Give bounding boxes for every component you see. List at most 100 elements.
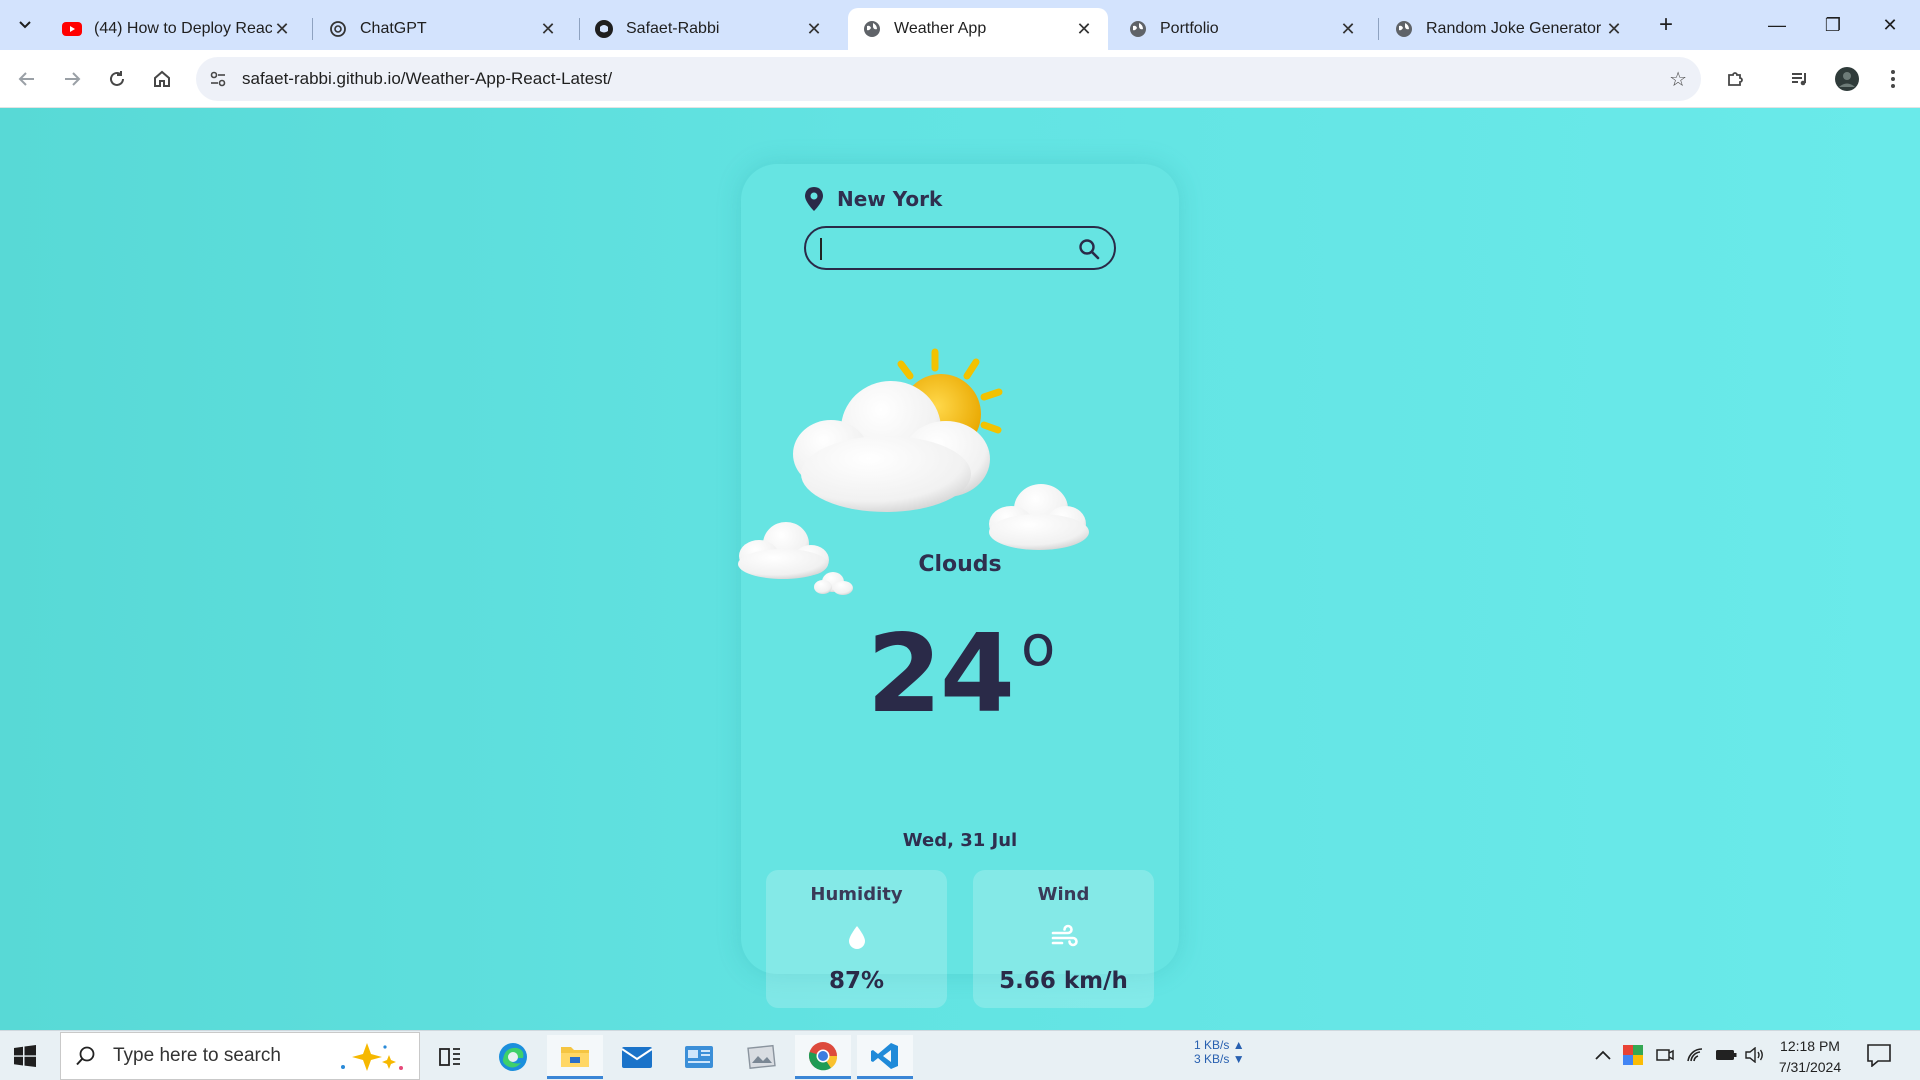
taskbar-news-app[interactable]: [671, 1035, 727, 1079]
humidity-label: Humidity: [810, 884, 903, 905]
system-clock[interactable]: 12:18 PM 7/31/2024: [1770, 1036, 1850, 1078]
globe-icon: [862, 19, 882, 39]
cloudy-sun-icon: [738, 348, 1089, 595]
close-tab-icon[interactable]: ✕: [1604, 19, 1624, 40]
weather-page: New York Clouds 24 o Wed, 31 Jul Humidit…: [0, 108, 1920, 1030]
home-icon: [154, 70, 170, 87]
temperature: 24 o: [741, 612, 1179, 737]
home-button[interactable]: [145, 62, 179, 96]
taskbar-file-explorer[interactable]: [547, 1035, 603, 1079]
address-bar[interactable]: safaet-rabbi.github.io/Weather-App-React…: [196, 57, 1701, 101]
tab-chatgpt[interactable]: ChatGPT ✕: [314, 8, 572, 50]
tab-youtube[interactable]: (44) How to Deploy React / ✕: [48, 8, 306, 50]
chevron-up-icon: [1595, 1050, 1611, 1060]
wind-value: 5.66 km/h: [999, 968, 1128, 994]
weather-condition: Clouds: [918, 552, 1002, 577]
camera-icon: [1656, 1049, 1674, 1061]
vscode-icon: [871, 1042, 898, 1069]
media-control-button[interactable]: [1783, 62, 1817, 96]
image-app-icon: [747, 1044, 776, 1069]
task-view-button[interactable]: [422, 1035, 478, 1079]
tray-battery-icon[interactable]: [1714, 1043, 1738, 1067]
new-tab-button[interactable]: +: [1652, 12, 1680, 40]
tray-camera-icon[interactable]: [1654, 1043, 1676, 1067]
taskbar-mail[interactable]: [609, 1035, 665, 1079]
speaker-icon: [1745, 1047, 1763, 1063]
browser-menu-button[interactable]: [1876, 62, 1910, 96]
tray-wifi-icon[interactable]: [1685, 1043, 1707, 1067]
location: New York: [803, 186, 942, 212]
wifi-icon: [1687, 1048, 1703, 1062]
tab-separator: [1378, 18, 1379, 40]
city-search-input[interactable]: [820, 234, 1070, 262]
text-caret: [820, 238, 822, 260]
tab-title: Safaet-Rabbi: [626, 20, 720, 37]
close-tab-icon[interactable]: ✕: [1074, 19, 1094, 40]
avatar-icon: [1835, 67, 1859, 91]
battery-icon: [1716, 1050, 1737, 1060]
windows-start-icon[interactable]: [14, 1045, 36, 1067]
close-tab-icon[interactable]: ✕: [538, 19, 558, 40]
close-tab-icon[interactable]: ✕: [1338, 19, 1358, 40]
taskbar-edge[interactable]: [485, 1035, 541, 1079]
tab-portfolio[interactable]: Portfolio ✕: [1114, 8, 1372, 50]
chatgpt-icon: [328, 19, 348, 39]
tab-random-joke[interactable]: Random Joke Generator ✕: [1380, 8, 1638, 50]
tab-separator: [312, 18, 313, 40]
globe-icon: [1128, 19, 1148, 39]
taskbar-image-app[interactable]: [733, 1035, 789, 1079]
notification-icon[interactable]: [1866, 1043, 1892, 1067]
close-tab-icon[interactable]: ✕: [804, 19, 824, 40]
profile-avatar[interactable]: [1830, 62, 1864, 96]
weather-card: New York Clouds 24 o Wed, 31 Jul Humidit…: [738, 164, 1179, 1008]
net-download: 3 KB/s: [1194, 1052, 1230, 1066]
tab-title: (44) How to Deploy React /: [94, 20, 272, 37]
chevron-down-icon: [19, 21, 31, 29]
net-upload: 1 KB/s: [1194, 1038, 1230, 1052]
kebab-menu-icon: [1891, 70, 1895, 88]
clock-time: 12:18 PM: [1780, 1038, 1840, 1054]
tab-search-button[interactable]: [10, 12, 40, 38]
taskbar-search-placeholder: Type here to search: [113, 1045, 281, 1066]
extensions-button[interactable]: [1718, 62, 1752, 96]
forward-button[interactable]: [55, 62, 89, 96]
close-tab-icon[interactable]: ✕: [272, 19, 292, 40]
mail-icon: [621, 1047, 653, 1068]
playlist-icon: [1792, 73, 1806, 86]
taskbar-chrome[interactable]: [795, 1035, 851, 1079]
close-window-button[interactable]: ✕: [1862, 8, 1918, 42]
tray-volume-icon[interactable]: [1744, 1043, 1766, 1067]
wind-icon: [1051, 924, 1078, 947]
sparkle-icon: [341, 1043, 403, 1071]
restore-button[interactable]: ❐: [1805, 8, 1861, 42]
search-icon: [76, 1046, 95, 1066]
news-app-icon: [685, 1046, 713, 1068]
tab-title: Random Joke Generator: [1426, 20, 1602, 37]
browser-tab-strip: (44) How to Deploy React / ✕ ChatGPT ✕ S…: [0, 0, 1920, 50]
minimize-button[interactable]: —: [1749, 8, 1805, 42]
degree-symbol: o: [1021, 614, 1055, 679]
humidity-value: 87%: [828, 968, 885, 994]
folder-icon: [561, 1046, 589, 1067]
tab-title: Weather App: [894, 20, 987, 37]
wind-panel: Wind 5.66 km/h: [973, 870, 1154, 1008]
back-button[interactable]: [10, 62, 44, 96]
show-hidden-icons-button[interactable]: [1592, 1043, 1614, 1067]
location-pin-icon: [805, 187, 823, 211]
clock-date: 7/31/2024: [1778, 1059, 1842, 1075]
site-info-icon[interactable]: [196, 57, 240, 101]
reload-icon: [110, 71, 124, 86]
taskbar-search-box[interactable]: Type here to search: [60, 1032, 420, 1080]
temperature-value: 24: [866, 612, 1015, 737]
tray-app-icon[interactable]: [1622, 1043, 1644, 1067]
search-icon[interactable]: [1078, 238, 1100, 260]
github-icon: [594, 19, 614, 39]
tab-github[interactable]: Safaet-Rabbi ✕: [580, 8, 838, 50]
tab-weather-app[interactable]: Weather App ✕: [848, 8, 1108, 50]
arrow-left-icon: [18, 72, 34, 86]
bookmark-star-icon[interactable]: ☆: [1669, 67, 1687, 92]
tab-title: Portfolio: [1160, 20, 1219, 37]
taskbar-vscode[interactable]: [857, 1035, 913, 1079]
reload-button[interactable]: [100, 62, 134, 96]
current-date: Wed, 31 Jul: [902, 830, 1018, 851]
